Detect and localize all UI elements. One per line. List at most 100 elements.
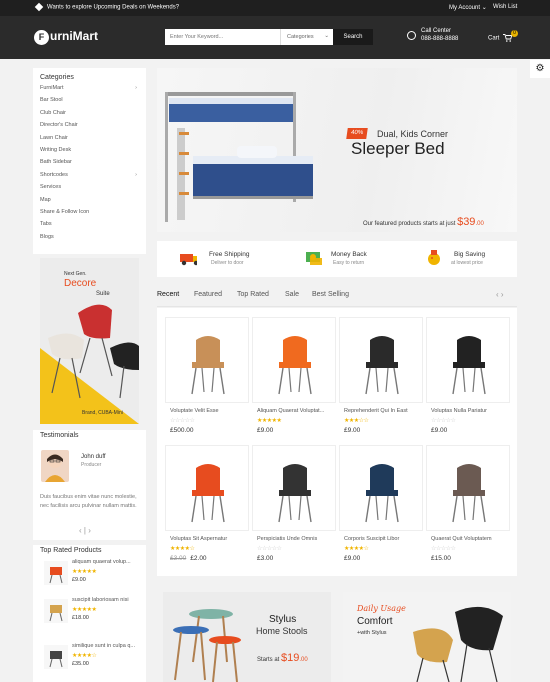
rating-stars: ★★★★★ (257, 418, 282, 424)
product-name[interactable]: Quaerat Quit Voluptatem (431, 536, 492, 542)
chevron-right-icon: › (135, 85, 137, 91)
rating-stars: ☆☆☆☆☆ (431, 418, 456, 424)
features-strip: Free Shipping Deliver to door Money Back… (157, 241, 517, 277)
rating-stars: ☆☆☆☆☆ (431, 546, 456, 552)
product-thumbnail (44, 561, 68, 585)
categories-panel: Categories FurniMart › Bar Stool Club Chair… (33, 68, 146, 254)
category-item[interactable]: Map (40, 197, 139, 209)
product-name[interactable]: Voluptas Sit Aspernatur (170, 536, 227, 542)
rating-stars: ★★★★★ (72, 607, 97, 613)
category-item[interactable]: Services (40, 184, 139, 196)
rating-stars: ★★★★☆ (170, 546, 195, 552)
category-item[interactable]: Tabs (40, 221, 139, 233)
top-rated-item[interactable]: aliquam quaerat volup... ★★★★★ £9.00 (40, 559, 140, 589)
tab-featured[interactable]: Featured (194, 291, 222, 298)
product-grid: Voluptate Velit Esse ☆☆☆☆☆ £500.00 Aliquam … (157, 308, 517, 576)
top-rated-item[interactable]: suscipit laboriosam nisi ★★★★★ £18.00 (40, 597, 140, 627)
old-price: £3.00 (170, 555, 187, 562)
chevron-right-icon: › (135, 171, 137, 178)
product-image[interactable] (339, 317, 423, 403)
rating-stars: ☆☆☆☆☆ (170, 418, 195, 424)
product-card[interactable]: Reprehenderit Qui In East ★★★☆☆ £9.00 (336, 316, 423, 440)
hero-banner[interactable]: 40% Dual, Kids Corner Sleeper Bed Our fe… (157, 68, 517, 232)
category-item[interactable]: Bar Stool (40, 97, 139, 109)
rating-stars: ★★★★☆ (72, 653, 97, 659)
product-name[interactable]: Reprehenderit Qui In East (344, 408, 408, 414)
product-thumbnail (44, 599, 68, 623)
category-item[interactable]: Bath Sidebar (40, 159, 139, 171)
product-card[interactable]: Voluptas Sit Aspernatur ★★★★☆ £3.00 £2.00 (162, 444, 249, 568)
comfort-banner[interactable]: Daily Usage Comfort +with Stylus (343, 592, 511, 682)
product-image[interactable] (339, 445, 423, 531)
truck-icon (180, 254, 197, 266)
rating-stars: ★★★☆☆ (344, 418, 369, 424)
product-image[interactable] (426, 317, 510, 403)
category-item[interactable]: Lawn Chair (40, 135, 139, 147)
testimonial-nav[interactable]: ‹ | › (79, 526, 91, 535)
product-name[interactable]: Perspiciatis Unde Omnis (257, 536, 317, 542)
category-item[interactable]: FurniMart › (40, 85, 139, 97)
category-item[interactable]: Shortcodes › (40, 172, 139, 184)
top-rated-item[interactable]: similique sunt in culpa q... ★★★★☆ £35.00 (40, 643, 140, 673)
product-name[interactable]: Voluptas Nulla Pariatur (431, 408, 487, 414)
product-tabs: Recent Featured Top Rated Sale Best Sell… (157, 287, 517, 307)
categories-title: Categories (40, 74, 74, 81)
product-name[interactable]: Voluptate Velit Esse (170, 408, 219, 414)
chevron-down-icon: ⌄ (481, 5, 487, 11)
tab-carousel-nav[interactable]: ‹ › (496, 290, 504, 299)
category-item[interactable]: Blogs (40, 234, 139, 246)
feature-big-saving: Big Saving at lowest price (397, 241, 517, 277)
product-price: £15.00 (431, 555, 451, 562)
category-item[interactable]: Director's Chair (40, 122, 139, 134)
bunk-bed-image (165, 92, 313, 222)
my-account-menu[interactable]: My Account ⌄ (449, 4, 487, 11)
product-card[interactable]: Perspiciatis Unde Omnis ☆☆☆☆☆ £3.00 (249, 444, 336, 568)
tab-top-rated[interactable]: Top Rated (237, 291, 269, 298)
stools-image (173, 609, 241, 682)
product-image[interactable] (252, 317, 336, 403)
tab-best-selling[interactable]: Best Selling (312, 291, 349, 298)
product-price: £500.00 (170, 427, 194, 434)
product-image[interactable] (252, 445, 336, 531)
rating-stars: ★★★★★ (72, 569, 97, 575)
piggy-bank-icon (428, 250, 440, 265)
product-image[interactable] (426, 445, 510, 531)
header: FurniMart Categories⌄ Call Center 088-88… (0, 16, 550, 59)
stylus-stools-banner[interactable]: Stylus Home Stools Starts at $19.00 (163, 592, 331, 682)
product-price: £9.00 (344, 427, 361, 434)
search-input[interactable] (165, 29, 280, 45)
feature-free-shipping: Free Shipping Deliver to door (157, 241, 277, 277)
tab-sale[interactable]: Sale (285, 291, 299, 298)
product-card[interactable]: Quaerat Quit Voluptatem ☆☆☆☆☆ £15.00 (423, 444, 510, 568)
phone-icon (407, 31, 416, 40)
wishlist-link[interactable]: Wish List (493, 4, 517, 10)
product-thumbnail (44, 645, 68, 669)
category-select[interactable]: Categories ⌄ (280, 29, 333, 45)
tab-recent[interactable]: Recent (157, 291, 179, 298)
rating-stars: ☆☆☆☆☆ (257, 546, 282, 552)
search-button[interactable]: Search (333, 29, 373, 45)
product-name[interactable]: Aliquam Quaerat Voluptat... (257, 408, 324, 414)
category-item[interactable]: Writing Desk (40, 147, 139, 159)
product-name[interactable]: Corporis Suscipit Libor (344, 536, 399, 542)
promo-text: Wants to explore Upcoming Deals on Weeke… (34, 2, 179, 12)
rating-stars: ★★★★☆ (344, 546, 369, 552)
chevron-down-icon: ⌄ (324, 33, 329, 39)
decore-suite-banner[interactable]: Next Gen. Decore Suite Brand, CUBA-Mini (40, 258, 139, 424)
product-card[interactable]: Voluptas Nulla Pariatur ☆☆☆☆☆ £9.00 (423, 316, 510, 440)
feature-money-back: Money Back Easy to return (277, 241, 397, 277)
product-card[interactable]: Corporis Suscipit Libor ★★★★☆ £9.00 (336, 444, 423, 568)
money-icon (306, 252, 322, 265)
top-bar: Wants to explore Upcoming Deals on Weeke… (0, 0, 550, 16)
category-item[interactable]: Share & Follow Icon (40, 209, 139, 221)
gear-icon[interactable]: ⚙ (530, 60, 550, 78)
logo[interactable]: FurniMart (34, 29, 98, 45)
discount-badge: 40% (346, 128, 368, 139)
product-card[interactable]: Aliquam Quaerat Voluptat... ★★★★★ £9.00 (249, 316, 336, 440)
product-card[interactable]: Voluptate Velit Esse ☆☆☆☆☆ £500.00 (162, 316, 249, 440)
tag-icon (34, 2, 44, 12)
category-item[interactable]: Club Chair (40, 110, 139, 122)
cart-button[interactable]: Cart 0 (488, 30, 518, 42)
product-image[interactable] (165, 445, 249, 531)
product-image[interactable] (165, 317, 249, 403)
